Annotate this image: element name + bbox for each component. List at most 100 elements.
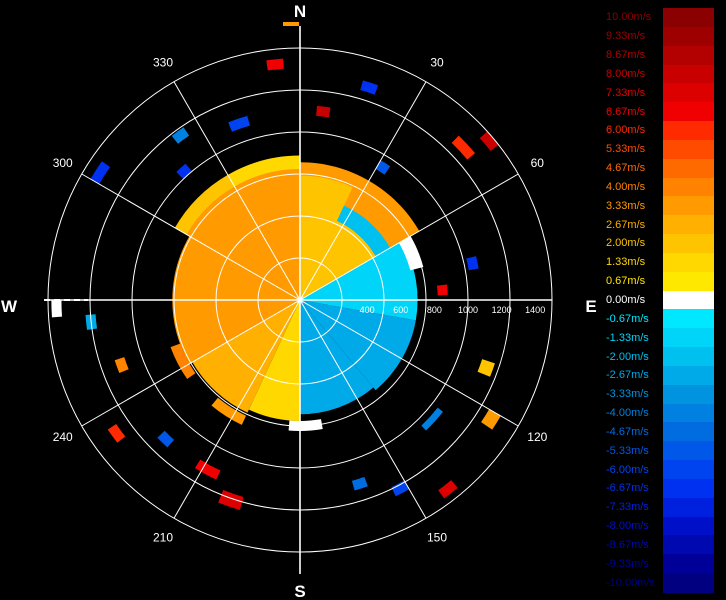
colorbar-swatch [663, 215, 714, 235]
range-tick-label: 400 [360, 305, 375, 315]
colorbar-swatch [663, 573, 714, 593]
center-marker: ✳ [295, 293, 305, 307]
colorbar-swatch [663, 139, 714, 160]
colorbar-swatch [663, 403, 714, 424]
colorbar-label: 2.00m/s [606, 237, 646, 250]
colorbar-label: -8.00m/s [606, 520, 649, 533]
data-bin [477, 359, 495, 377]
data-bin [481, 409, 501, 430]
colorbar-swatch [663, 158, 714, 179]
west-label: W [1, 297, 18, 316]
data-bin [360, 80, 379, 95]
data-bin [114, 357, 129, 374]
colorbar-label: 2.67m/s [606, 218, 646, 231]
colorbar-label: 0.00m/s [606, 294, 646, 306]
colorbar-swatch [663, 252, 714, 273]
colorbar-swatch [663, 121, 714, 141]
colorbar-label: -6.00m/s [606, 463, 649, 476]
colorbar-swatch [663, 422, 714, 442]
colorbar-label: 5.33m/s [606, 143, 646, 156]
colorbar-label: 6.67m/s [606, 105, 646, 118]
data-bin [218, 490, 244, 510]
colorbar-swatch [663, 45, 714, 66]
data-bin [171, 127, 190, 144]
colorbar-swatch [663, 26, 714, 47]
colorbar-label: -8.67m/s [606, 538, 649, 551]
colorbar-label: -1.33m/s [606, 331, 649, 344]
colorbar-label: -2.00m/s [606, 350, 649, 363]
data-bin [266, 58, 284, 71]
data-bin [391, 480, 410, 497]
azimuth-label: 60 [531, 156, 545, 170]
data-bin [437, 284, 448, 296]
data-bin [451, 135, 476, 160]
azimuth-label: 120 [527, 430, 547, 444]
azimuth-label: 210 [153, 530, 173, 544]
azimuth-label: 240 [53, 430, 73, 444]
colorbar-label: -4.67m/s [606, 425, 649, 438]
data-bin [375, 160, 391, 175]
colorbar-legend: 10.00m/s 9.33m/s 8.67m/s 8.00m/s 7.33m/s 6.67… [606, 8, 716, 593]
colorbar-swatch [663, 8, 714, 28]
data-bin [228, 115, 250, 132]
colorbar-label: 6.00m/s [606, 124, 646, 137]
colorbar-label: -6.67m/s [606, 482, 649, 495]
north-label: N [294, 2, 306, 21]
polar-grid: ✳ [44, 26, 553, 574]
data-bin [51, 300, 63, 318]
colorbar-swatch [663, 83, 714, 103]
data-bin [466, 256, 479, 271]
colorbar-label: -0.67m/s [606, 312, 649, 325]
data-bin [421, 407, 443, 431]
colorbar-swatch [663, 290, 714, 311]
colorbar-swatch [663, 497, 714, 518]
range-tick-label: 1400 [525, 305, 545, 315]
colorbar-label: 8.00m/s [606, 67, 646, 80]
colorbar-swatch [663, 441, 714, 461]
colorbar-label: -7.33m/s [606, 501, 649, 514]
colorbar-swatch [663, 347, 714, 367]
azimuth-label: 150 [427, 530, 447, 544]
colorbar-swatch [663, 384, 714, 405]
colorbar-label: -5.33m/s [606, 444, 649, 457]
colorbar-label: -2.67m/s [606, 369, 649, 382]
data-bin [194, 459, 221, 480]
east-label: E [585, 297, 596, 316]
data-bin [351, 476, 368, 491]
colorbar-label: -4.00m/s [606, 407, 649, 420]
azimuth-label: 30 [430, 56, 444, 70]
range-tick-label: 1000 [458, 305, 478, 315]
colorbar-swatch [663, 460, 714, 480]
colorbar-label: 3.33m/s [606, 199, 646, 212]
colorbar-swatch [663, 516, 714, 537]
colorbar-swatch [663, 177, 714, 197]
colorbar-label: 4.00m/s [606, 180, 646, 193]
data-bin [176, 163, 193, 180]
colorbar-label: 1.33m/s [606, 256, 646, 269]
north-marker [283, 22, 299, 26]
colorbar-label: 0.67m/s [606, 275, 646, 288]
colorbar-swatch [663, 102, 714, 122]
colorbar-swatch [663, 234, 714, 254]
colorbar-swatch [663, 196, 714, 216]
colorbar-swatch [663, 554, 714, 574]
colorbar-label: -9.33m/s [606, 557, 649, 570]
colorbar-label: 9.33m/s [606, 30, 646, 43]
colorbar-swatch [663, 309, 714, 329]
colorbar-swatch [663, 328, 714, 348]
colorbar-swatch [663, 64, 714, 84]
colorbar-swatch [663, 365, 714, 386]
colorbar-swatch [663, 478, 714, 499]
colorbar-label: 10.00m/s [606, 11, 652, 24]
colorbar-label: -3.33m/s [606, 388, 649, 401]
data-bin [157, 430, 175, 448]
colorbar-label: -10.00m/s [606, 576, 655, 589]
range-tick-label: 600 [393, 305, 408, 315]
range-tick-label: 800 [427, 305, 442, 315]
azimuth-label: 300 [53, 156, 73, 170]
azimuth-label: 330 [153, 56, 173, 70]
colorbar-label: 4.67m/s [606, 162, 646, 175]
range-tick-label: 1200 [492, 305, 512, 315]
data-bins [51, 58, 501, 510]
colorbar-label: 7.33m/s [606, 86, 646, 99]
